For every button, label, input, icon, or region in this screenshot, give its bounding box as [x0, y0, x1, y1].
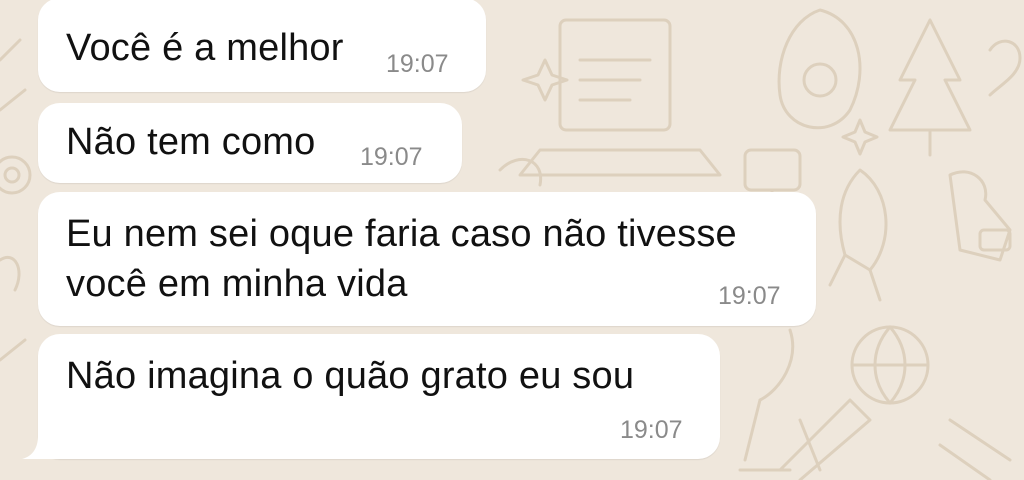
- heart-doodle: [988, 39, 1022, 97]
- hand-doodle: [948, 170, 1012, 262]
- message-bubble[interactable]: Você é a melhor 19:07: [38, 0, 486, 92]
- tree-doodle: [888, 18, 972, 157]
- bubble-tail: [22, 436, 60, 459]
- message-text-line: você em minha vida: [66, 263, 408, 305]
- sparkle-doodle: [521, 58, 879, 156]
- message-bubble[interactable]: Não tem como 19:07: [38, 103, 462, 183]
- plant-doodle: [738, 328, 822, 472]
- pencil-doodle: [778, 398, 1012, 480]
- message-text: Não tem como: [66, 121, 316, 163]
- message-text-line: Eu nem sei oque faria caso não tivesse: [66, 213, 737, 255]
- message-timestamp: 19:07: [386, 50, 449, 78]
- left-edge-doodles: [0, 38, 32, 362]
- rocket-doodle: [828, 168, 888, 302]
- message-timestamp: 19:07: [360, 143, 423, 171]
- globe-doodle: [850, 325, 930, 405]
- message-timestamp: 19:07: [620, 416, 683, 444]
- message-bubble[interactable]: Eu nem sei oque faria caso não tivesse v…: [38, 192, 816, 326]
- message-bubble[interactable]: Não imagina o quão grato eu sou 19:07: [38, 334, 720, 459]
- laptop-doodle: [518, 18, 722, 177]
- avocado-doodle: [777, 8, 862, 130]
- message-text: Você é a melhor: [66, 27, 344, 69]
- message-text: Não imagina o quão grato eu sou: [66, 355, 635, 397]
- message-timestamp: 19:07: [718, 282, 781, 310]
